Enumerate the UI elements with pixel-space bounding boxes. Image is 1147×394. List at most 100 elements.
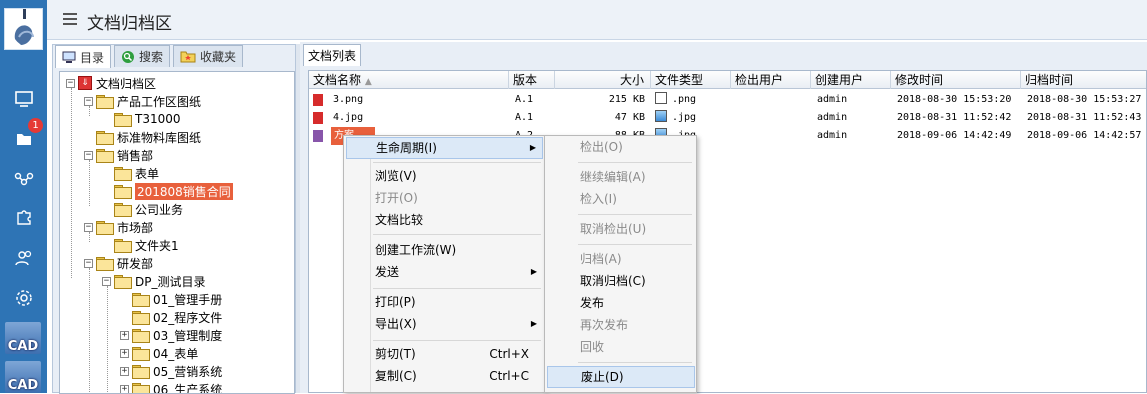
cell-archived: 2018-09-06 14:42:57 [1027, 127, 1141, 145]
tab-document-list[interactable]: 文档列表 [303, 44, 361, 66]
expand-icon[interactable]: + [120, 349, 129, 358]
tree-label: 06_生产系统 [153, 381, 222, 394]
menu-item-cancel-checkout[interactable]: 取消检出(U) [547, 218, 695, 240]
tree-node[interactable]: + 06_生产系统 [120, 380, 222, 394]
column-header-type[interactable]: 文件类型 [651, 71, 731, 89]
tree-node[interactable]: + 03_管理制度 [120, 326, 222, 344]
menu-item-checkin[interactable]: 检入(I) [547, 188, 695, 210]
collapse-icon[interactable]: − [102, 277, 111, 286]
tree-node[interactable]: − 销售部 [84, 146, 153, 164]
users-icon[interactable] [0, 243, 47, 273]
lifecycle-submenu: 检出(O) 继续编辑(A) 检入(I) 取消检出(U) 归档(A) 取消归档(C… [544, 135, 697, 393]
column-header-version[interactable]: 版本 [509, 71, 555, 89]
column-header-size[interactable]: 大小 [555, 71, 651, 89]
tree-node[interactable]: T31000 [114, 110, 181, 128]
collapse-icon[interactable]: − [84, 151, 93, 160]
table-row[interactable]: 3.png A.1 215 KB .png admin 2018-08-30 1… [309, 91, 1146, 109]
submenu-arrow-icon: ▶ [531, 313, 537, 335]
tree-node-root[interactable]: − ⇓ 文档归档区 [66, 74, 156, 92]
column-header-modified[interactable]: 修改时间 [891, 71, 1021, 89]
cell-version: A.1 [515, 91, 533, 109]
column-header-checkout-user[interactable]: 检出用户 [731, 71, 811, 89]
column-header-archived[interactable]: 归档时间 [1021, 71, 1147, 89]
tree-node[interactable]: 公司业务 [114, 200, 183, 218]
menu-item-create-workflow[interactable]: 创建工作流(W) [346, 239, 543, 261]
menu-item-compare[interactable]: 文档比较 [346, 209, 543, 231]
left-panel: 目录 搜索 收藏夹 − ⇓ 文档归档区 − 产品工作区图纸 T31000 [52, 44, 296, 393]
folder-icon [114, 239, 130, 251]
menu-item-obsolete[interactable]: 废止(D) [547, 366, 695, 388]
expand-icon[interactable]: + [120, 367, 129, 376]
collapse-icon[interactable]: − [66, 79, 75, 88]
cell-creator: admin [817, 109, 847, 127]
tree-node[interactable]: + 04_表单 [120, 344, 198, 362]
tree-node[interactable]: 文件夹1 [114, 236, 179, 254]
cell-modified: 2018-08-30 15:53:20 [897, 91, 1011, 109]
collapse-icon[interactable]: − [84, 97, 93, 106]
menu-item-copy[interactable]: 复制(C)Ctrl+C [346, 365, 543, 387]
collapse-icon[interactable]: − [84, 223, 93, 232]
menu-item-browse[interactable]: 浏览(V) [346, 165, 543, 187]
menu-item-continue-edit[interactable]: 继续编辑(A) [547, 166, 695, 188]
menu-item-send[interactable]: 发送▶ [346, 261, 543, 283]
tree-node[interactable]: 表单 [114, 164, 159, 182]
puzzle-icon[interactable] [0, 202, 47, 232]
menu-item-archive[interactable]: 归档(A) [547, 248, 695, 270]
menu-item-publish[interactable]: 发布 [547, 292, 695, 314]
collapse-icon[interactable]: − [84, 259, 93, 268]
favorites-folder-icon [180, 50, 196, 63]
png-file-icon [313, 94, 323, 106]
tree-node-selected[interactable]: 201808销售合同 [114, 182, 233, 200]
folder-icon [114, 113, 130, 125]
expand-icon[interactable]: + [120, 331, 129, 340]
table-row[interactable]: 4.jpg A.1 47 KB .jpg admin 2018-08-31 11… [309, 109, 1146, 127]
grid-header: 文档名称 ▲ 版本 大小 文件类型 检出用户 创建用户 修改时间 归档时间 [309, 71, 1146, 89]
workflow-icon[interactable] [0, 164, 47, 194]
expand-icon[interactable]: + [120, 385, 129, 394]
cell-archived: 2018-08-31 11:52:43 [1027, 109, 1141, 127]
tree-node[interactable]: − DP_测试目录 [102, 272, 205, 290]
menu-item-print[interactable]: 打印(P) [346, 291, 543, 313]
cell-creator: admin [817, 127, 847, 145]
archive-root-icon: ⇓ [78, 76, 92, 90]
tree-node[interactable]: − 研发部 [84, 254, 153, 272]
tree-node[interactable]: − 产品工作区图纸 [84, 92, 201, 110]
folder-icon [96, 221, 112, 233]
left-nav-rail: 1 CAD CAD [0, 0, 47, 393]
tree-node[interactable]: 01_管理手册 [132, 290, 222, 308]
tree-label: 产品工作区图纸 [117, 93, 201, 110]
tree-node[interactable]: + 05_营销系统 [120, 362, 222, 380]
menu-item-cancel-archive[interactable]: 取消归档(C) [547, 270, 695, 292]
column-header-name[interactable]: 文档名称 ▲ [309, 71, 509, 89]
tree-node[interactable]: 标准物料库图纸 [96, 128, 201, 146]
menu-toggle-icon[interactable] [63, 13, 77, 25]
cad-app-icon-2[interactable]: CAD [5, 361, 41, 393]
submenu-arrow-icon: ▶ [531, 261, 537, 283]
menu-item-open[interactable]: 打开(O) [346, 187, 543, 209]
tree-node[interactable]: 02_程序文件 [132, 308, 222, 326]
tree-label: 05_营销系统 [153, 363, 222, 380]
folder-icon [132, 383, 148, 394]
column-header-creator[interactable]: 创建用户 [811, 71, 891, 89]
image-type-icon [655, 92, 667, 104]
menu-item-cut[interactable]: 剪切(T)Ctrl+X [346, 343, 543, 365]
monitor-icon[interactable] [0, 84, 47, 114]
jpg-file-icon [313, 112, 323, 124]
tree-label: 研发部 [117, 255, 153, 272]
tab-search[interactable]: 搜索 [114, 45, 170, 67]
cad-app-icon[interactable]: CAD [5, 322, 41, 354]
folder-icon [96, 149, 112, 161]
tab-favorites-label: 收藏夹 [200, 48, 236, 65]
cell-modified: 2018-09-06 14:42:49 [897, 127, 1011, 145]
tab-favorites[interactable]: 收藏夹 [173, 45, 243, 67]
tab-directory[interactable]: 目录 [55, 45, 111, 68]
menu-item-recall[interactable]: 回收 [547, 336, 695, 358]
settings-gear-icon[interactable] [0, 283, 47, 313]
cell-size: 47 KB [555, 109, 645, 127]
menu-item-republish[interactable]: 再次发布 [547, 314, 695, 336]
tab-directory-label: 目录 [80, 49, 104, 66]
tree-node[interactable]: − 市场部 [84, 218, 153, 236]
menu-item-export[interactable]: 导出(X)▶ [346, 313, 543, 335]
menu-item-lifecycle[interactable]: 生命周期(I)▶ [346, 137, 543, 159]
menu-item-checkout[interactable]: 检出(O) [547, 136, 695, 158]
